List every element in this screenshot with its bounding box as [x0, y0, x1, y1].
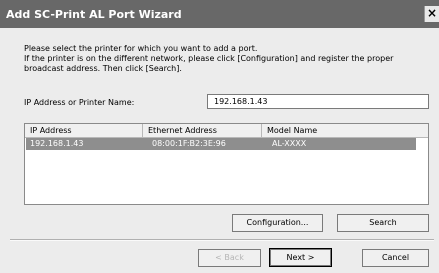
- row-model-name: AL-XXXX: [272, 139, 307, 148]
- column-header-ip-address[interactable]: IP Address: [25, 124, 143, 137]
- next-button[interactable]: Next >: [269, 248, 332, 267]
- wizard-dialog: Add SC-Print AL Port Wizard × Please sel…: [0, 0, 439, 273]
- title-bar[interactable]: Add SC-Print AL Port Wizard ×: [0, 0, 439, 28]
- ip-address-input[interactable]: [207, 94, 429, 109]
- list-header: IP Address Ethernet Address Model Name: [25, 124, 428, 138]
- close-button[interactable]: ×: [424, 6, 439, 22]
- ip-address-label: IP Address or Printer Name:: [24, 98, 135, 107]
- back-button[interactable]: < Back: [198, 249, 261, 267]
- divider: [10, 239, 434, 241]
- configuration-button[interactable]: Configuration...: [232, 214, 323, 232]
- row-ethernet-address: 08:00:1F:B2:3E:96: [152, 139, 226, 148]
- column-header-model-name[interactable]: Model Name: [262, 124, 428, 137]
- instruction-line: broadcast address. Then click [Search].: [24, 64, 182, 73]
- instruction-line: Please select the printer for which you …: [24, 44, 258, 53]
- window-title: Add SC-Print AL Port Wizard: [6, 8, 182, 21]
- row-ip-address: 192.168.1.43: [30, 139, 84, 148]
- instruction-line: If the printer is on the different netwo…: [24, 54, 394, 63]
- close-icon: ×: [426, 6, 438, 20]
- cancel-button[interactable]: Cancel: [362, 249, 429, 267]
- instructions: Please select the printer for which you …: [24, 44, 429, 74]
- list-row-selected[interactable]: 192.168.1.43 08:00:1F:B2:3E:96 AL-XXXX: [26, 138, 416, 150]
- search-button[interactable]: Search: [337, 214, 429, 232]
- printer-list[interactable]: IP Address Ethernet Address Model Name 1…: [24, 123, 429, 205]
- column-header-ethernet-address[interactable]: Ethernet Address: [143, 124, 262, 137]
